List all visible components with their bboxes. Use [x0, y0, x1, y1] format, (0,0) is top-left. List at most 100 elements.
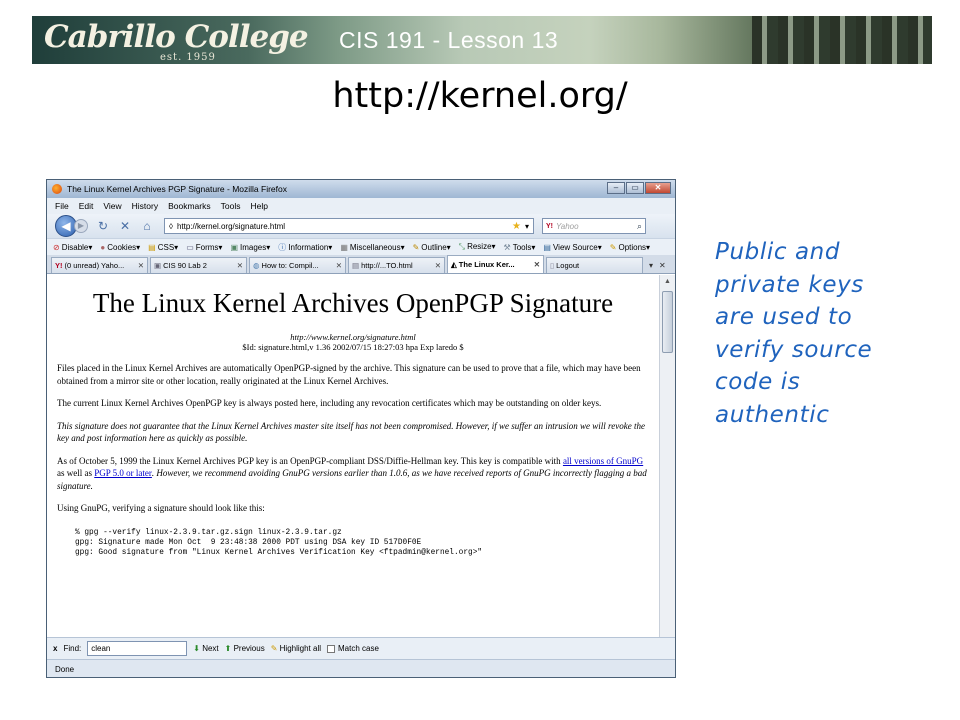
site-identity-icon: ◊: [169, 221, 173, 231]
tab-cis90-lab2[interactable]: ▣ CIS 90 Lab 2 ✕: [150, 257, 247, 273]
find-bar: x Find: ⬇ Next ⬆ Previous ✎ Highlight al…: [47, 637, 675, 659]
text-span: As of October 5, 1999 the Linux Kernel A…: [57, 455, 561, 466]
tab-how-to-compile[interactable]: ◍ How to: Compil... ✕: [249, 257, 346, 273]
paragraph-disclaimer: This signature does not guarantee that t…: [57, 420, 645, 444]
devbar-view-source[interactable]: ▤ View Source▾: [543, 243, 601, 252]
tab-close-all-icon[interactable]: ✕: [659, 261, 666, 273]
down-arrow-icon: ⬇: [193, 644, 200, 653]
search-engine-icon[interactable]: Y!: [546, 223, 553, 230]
lesson-title: CIS 191 - Lesson 13: [339, 27, 559, 53]
devbar-label: Disable▾: [61, 242, 93, 252]
blank-page-icon: ▯: [550, 261, 555, 270]
paragraph-intro: Files placed in the Linux Kernel Archive…: [57, 363, 641, 386]
page-icon: ▣: [154, 261, 162, 270]
minimize-button[interactable]: –: [607, 182, 625, 194]
home-icon[interactable]: ⌂: [140, 219, 154, 233]
checkbox-box[interactable]: [327, 644, 335, 653]
devbar-cookies[interactable]: ● Cookies▾: [100, 243, 140, 252]
devbar-information[interactable]: ⓘ Information▾: [278, 242, 332, 253]
find-close-icon[interactable]: x: [53, 644, 57, 653]
menu-file[interactable]: File: [55, 201, 69, 211]
menu-history[interactable]: History: [132, 201, 158, 211]
find-next-label: Next: [202, 644, 219, 653]
find-input[interactable]: [87, 641, 188, 656]
menu-view[interactable]: View: [103, 201, 121, 211]
college-logo-subtitle: est. 1959: [160, 52, 216, 63]
scrollbar-thumb[interactable]: [662, 291, 673, 353]
find-previous-label: Previous: [233, 644, 265, 653]
tab-logout[interactable]: ▯ Logout: [546, 257, 643, 273]
css-icon: ▤: [148, 242, 156, 252]
close-button[interactable]: ✕: [645, 182, 671, 194]
menu-help[interactable]: Help: [250, 201, 267, 211]
web-developer-toolbar: ⊘ Disable▾ ● Cookies▾ ▤ CSS▾ ▭ Forms▾ ▣ Image…: [47, 238, 675, 255]
menu-edit[interactable]: Edit: [79, 201, 94, 211]
search-icon[interactable]: ⌕: [637, 221, 642, 232]
paragraph-key-compat: As of October 5, 1999 the Linux Kernel A…: [57, 455, 649, 493]
link-pgp5[interactable]: PGP 5.0 or later: [94, 468, 152, 478]
address-bar[interactable]: ◊ http://kernel.org/signature.html ★ ▾: [164, 218, 534, 234]
devbar-images[interactable]: ▣ Images▾: [230, 243, 270, 252]
stop-icon[interactable]: ✕: [118, 219, 132, 233]
find-next-button[interactable]: ⬇ Next: [193, 644, 218, 653]
page-heading: The Linux Kernel Archives OpenPGP Signat…: [92, 288, 614, 318]
devbar-disable[interactable]: ⊘ Disable▾: [53, 243, 92, 252]
page-url-line: http://www.kernel.org/signature.html: [290, 332, 416, 342]
paragraph-key-posted: The current Linux Kernel Archives OpenPG…: [57, 398, 602, 408]
options-icon: ✎: [609, 242, 617, 252]
tab-yahoo-mail[interactable]: Y! (0 unread) Yaho... ✕: [51, 257, 148, 273]
images-icon: ▣: [230, 242, 239, 252]
match-case-label: Match case: [338, 644, 379, 653]
find-previous-button[interactable]: ⬆ Previous: [225, 644, 265, 653]
menu-bar: File Edit View History Bookmarks Tools H…: [47, 198, 675, 214]
up-arrow-icon: ⬆: [224, 644, 232, 653]
tab-close-icon[interactable]: ✕: [435, 261, 441, 270]
bookmark-star-icon[interactable]: ★: [512, 221, 521, 232]
tab-label: The Linux Ker...: [458, 260, 515, 269]
devbar-forms[interactable]: ▭ Forms▾: [186, 243, 222, 252]
tab-close-icon[interactable]: ✕: [534, 260, 540, 269]
url-dropdown-icon[interactable]: ▾: [525, 222, 529, 231]
devbar-label: Outline▾: [421, 242, 451, 252]
devbar-miscellaneous[interactable]: ▦ Miscellaneous▾: [340, 243, 404, 252]
menu-bookmarks[interactable]: Bookmarks: [168, 201, 211, 211]
side-note: Public and private keys are used to veri…: [715, 239, 873, 428]
match-case-checkbox[interactable]: Match case: [327, 644, 379, 653]
slide: Cabrillo College est. 1959 CIS 191 - Les…: [0, 0, 960, 720]
tab-howto-html[interactable]: ▤ http://...TO.html ✕: [348, 257, 445, 273]
globe-icon: ◍: [253, 261, 260, 270]
search-box[interactable]: Y! Yahoo ⌕: [542, 218, 646, 234]
scroll-up-icon[interactable]: ▲: [660, 275, 675, 289]
devbar-outline[interactable]: ✎ Outline▾: [413, 243, 451, 252]
devbar-label: View Source▾: [552, 242, 602, 252]
window-titlebar: The Linux Kernel Archives PGP Signature …: [47, 180, 675, 198]
forms-icon: ▭: [186, 242, 194, 252]
browser-screenshot: The Linux Kernel Archives PGP Signature …: [46, 179, 676, 678]
link-gnupg-versions[interactable]: all versions of GnuPG: [563, 456, 643, 466]
maximize-button[interactable]: ▭: [626, 182, 644, 194]
vertical-scrollbar[interactable]: ▲: [659, 275, 675, 637]
menu-tools[interactable]: Tools: [221, 201, 241, 211]
view-source-icon: ▤: [543, 242, 551, 252]
tab-close-icon[interactable]: ✕: [138, 261, 144, 270]
miscellaneous-icon: ▦: [340, 242, 348, 252]
devbar-css[interactable]: ▤ CSS▾: [148, 243, 178, 252]
paragraph-using-gnupg: Using GnuPG, verifying a signature shoul…: [57, 503, 265, 513]
devbar-options[interactable]: ✎ Options▾: [610, 243, 650, 252]
tab-linux-kernel[interactable]: ◭ The Linux Ker... ✕: [447, 255, 544, 273]
highlighter-icon: ✎: [270, 644, 278, 653]
tab-label: Logout: [556, 261, 580, 270]
devbar-resize[interactable]: ⤡ Resize▾: [459, 242, 496, 252]
highlight-all-button[interactable]: ✎ Highlight all: [271, 644, 321, 653]
devbar-label: Miscellaneous▾: [349, 242, 405, 252]
tab-close-icon[interactable]: ✕: [237, 261, 243, 270]
tab-close-icon[interactable]: ✕: [336, 261, 342, 270]
page-icon: ▤: [352, 261, 360, 270]
tab-list-icon[interactable]: ▾: [649, 261, 653, 273]
devbar-tools[interactable]: ⚒ Tools▾: [504, 243, 536, 252]
status-text: Done: [55, 665, 75, 674]
reload-icon[interactable]: ↻: [96, 219, 110, 233]
devbar-label: Options▾: [618, 242, 651, 252]
yahoo-icon: Y!: [55, 261, 63, 270]
forward-arrow-icon[interactable]: ▶: [74, 219, 88, 233]
